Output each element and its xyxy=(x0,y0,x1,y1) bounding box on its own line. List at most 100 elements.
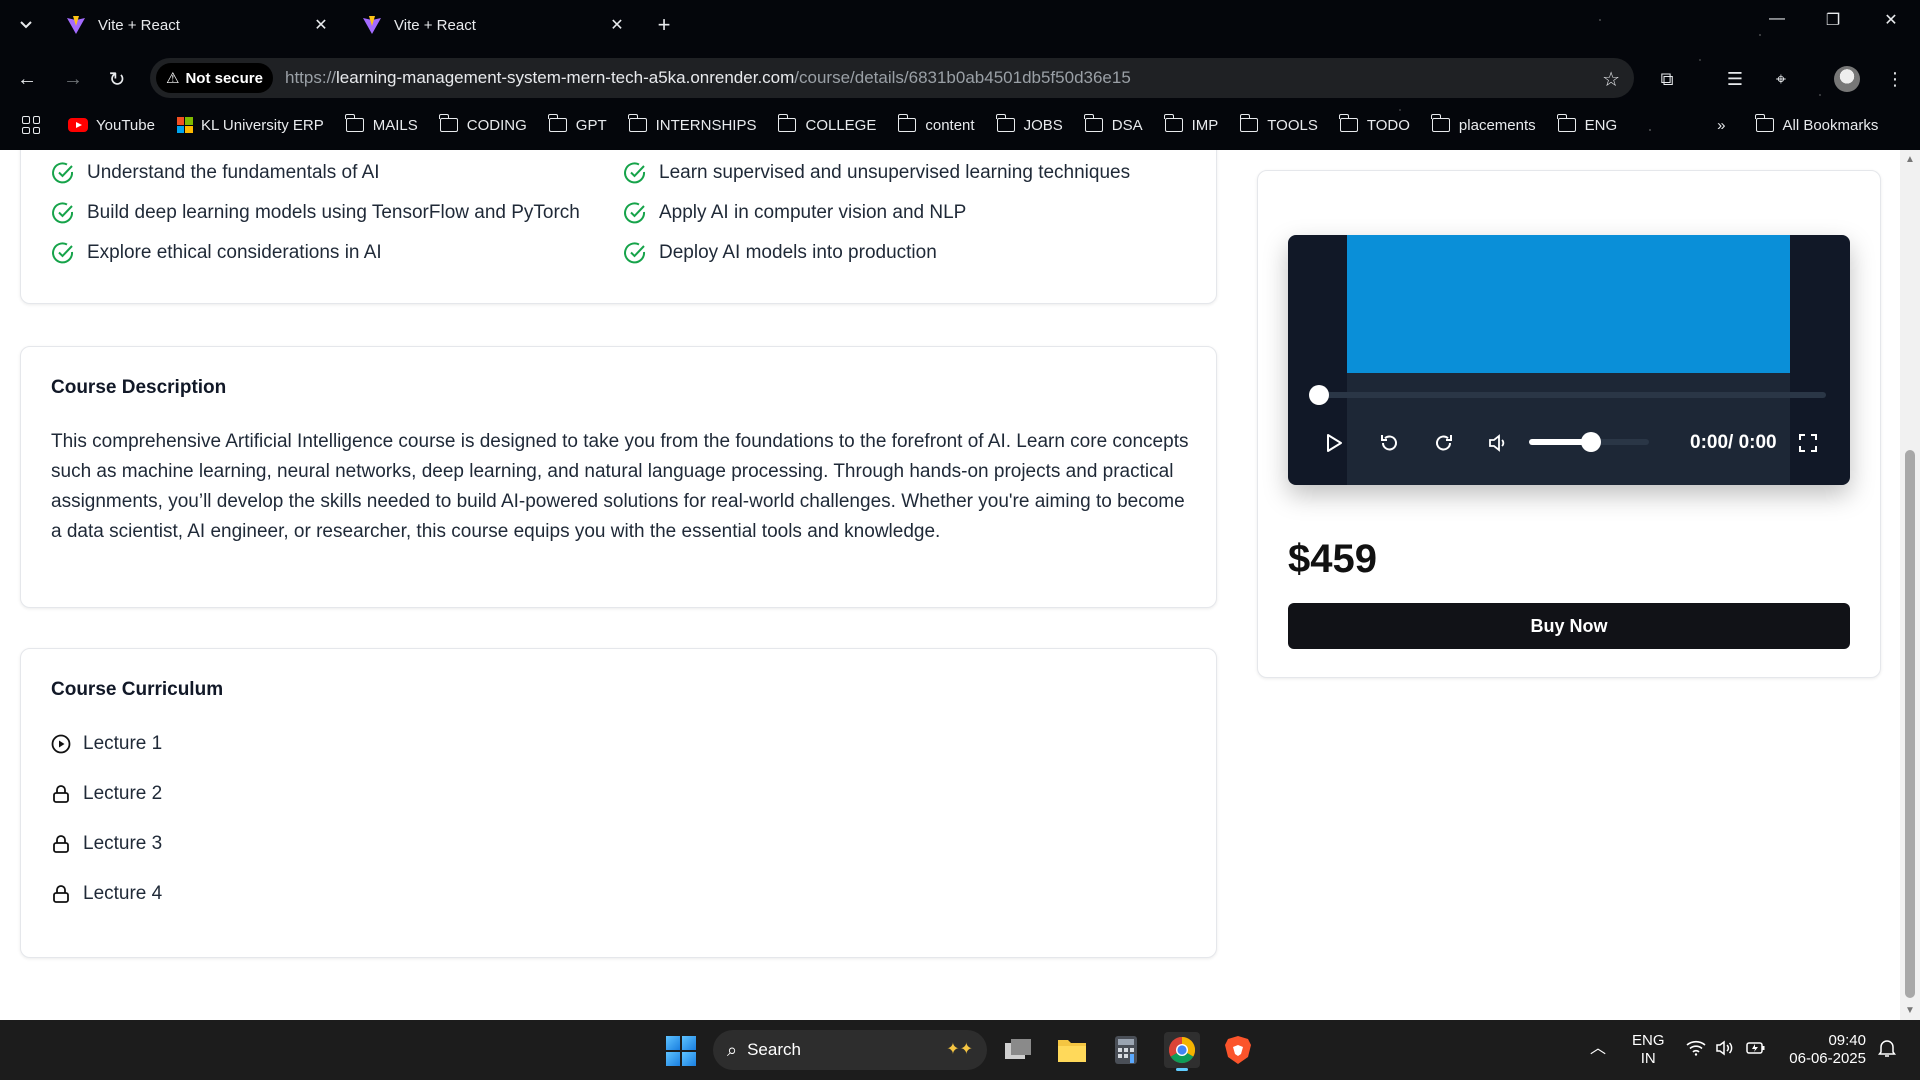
search-icon: ⌕ xyxy=(727,1039,738,1060)
bookmark-folder-todo[interactable]: TODO xyxy=(1339,114,1410,134)
course-description-card: Course Description This comprehensive Ar… xyxy=(20,346,1217,608)
bookmark-youtube[interactable]: YouTube xyxy=(68,117,155,134)
bookmark-label: KL University ERP xyxy=(200,116,324,134)
learning-outcomes-card: Understand the fundamentals of AI Learn … xyxy=(20,150,1217,304)
battery-charging-icon[interactable] xyxy=(1746,1040,1766,1061)
profile-avatar[interactable] xyxy=(1834,66,1860,92)
restore-icon[interactable]: ❐ xyxy=(1818,10,1848,30)
folder-icon xyxy=(628,114,647,132)
learning-outcome: Build deep learning models using TensorF… xyxy=(51,201,623,225)
bookmark-folder-mails[interactable]: MAILS xyxy=(345,114,418,134)
rewind-icon[interactable] xyxy=(1377,431,1401,455)
new-tab-button[interactable]: + xyxy=(652,12,676,38)
bookmarks-overflow-icon[interactable]: » xyxy=(1717,117,1725,134)
buy-now-button[interactable]: Buy Now xyxy=(1288,603,1850,649)
minimize-icon[interactable]: — xyxy=(1762,10,1792,28)
scroll-down-arrow-icon[interactable]: ▼ xyxy=(1905,1005,1915,1016)
tab-2[interactable]: Vite + React ✕ xyxy=(350,8,640,42)
brave-browser-icon[interactable] xyxy=(1220,1032,1256,1068)
more-menu-icon[interactable]: ⋮ xyxy=(1882,66,1908,92)
task-view-icon[interactable] xyxy=(1000,1032,1036,1068)
video-player[interactable]: 0:00/ 0:00 xyxy=(1288,235,1850,485)
scrollbar-thumb[interactable] xyxy=(1905,450,1915,998)
video-screen[interactable] xyxy=(1347,235,1790,373)
taskbar-search-label: Search xyxy=(747,1040,801,1059)
screenshot-icon[interactable]: ⌖ xyxy=(1768,66,1794,92)
back-arrow-icon[interactable]: ← xyxy=(14,66,40,92)
lecture-item-2[interactable]: Lecture 2 xyxy=(51,783,162,805)
active-app-indicator xyxy=(1176,1068,1188,1071)
notification-bell-icon[interactable] xyxy=(1878,1038,1896,1063)
tab-close-icon[interactable]: ✕ xyxy=(606,15,628,35)
bookmark-folder-gpt[interactable]: GPT xyxy=(548,114,607,134)
volume-icon[interactable] xyxy=(1487,431,1511,455)
avatar-icon xyxy=(1834,66,1860,92)
bookmark-folder-imp[interactable]: IMP xyxy=(1164,114,1218,134)
chrome-taskbar-icon[interactable] xyxy=(1164,1032,1200,1071)
bookmark-folder-dsa[interactable]: DSA xyxy=(1084,114,1143,134)
bookmark-folder-tools[interactable]: TOOLS xyxy=(1239,114,1318,134)
check-circle-icon xyxy=(52,242,74,264)
course-description-title: Course Description xyxy=(51,377,227,398)
wifi-icon[interactable] xyxy=(1686,1040,1706,1061)
reload-icon[interactable]: ↻ xyxy=(104,66,130,92)
bookmark-folder-content[interactable]: content xyxy=(897,114,975,134)
taskbar-search[interactable]: ⌕ Search ✦✦ xyxy=(713,1030,987,1070)
address-bar[interactable]: ⚠ Not secure https://learning-management… xyxy=(150,58,1634,98)
bookmark-label: COLLEGE xyxy=(805,116,877,134)
fullscreen-icon[interactable] xyxy=(1796,431,1820,455)
tab-1[interactable]: Vite + React ✕ xyxy=(54,8,344,42)
apps-grid-icon[interactable] xyxy=(22,116,40,134)
bookmark-folder-eng[interactable]: ENG xyxy=(1557,114,1618,134)
bookmark-folder-college[interactable]: COLLEGE xyxy=(777,114,877,134)
playback-time: 0:00/ 0:00 xyxy=(1690,432,1777,453)
bookmark-label: ENG xyxy=(1584,116,1618,134)
bookmark-label: MAILS xyxy=(372,116,418,134)
learning-outcome-text: Explore ethical considerations in AI xyxy=(87,242,382,263)
bookmark-kl-erp[interactable]: KL University ERP xyxy=(176,116,324,134)
lecture-item-1[interactable]: Lecture 1 xyxy=(51,733,162,755)
fast-forward-icon[interactable] xyxy=(1432,431,1456,455)
security-chip[interactable]: ⚠ Not secure xyxy=(156,63,273,93)
page-scrollbar[interactable]: ▲ ▼ xyxy=(1900,150,1920,1020)
volume-handle[interactable] xyxy=(1581,432,1601,452)
reading-list-icon[interactable]: ☰ xyxy=(1722,66,1748,92)
tab-title: Vite + React xyxy=(98,16,180,34)
all-bookmarks-folder[interactable]: All Bookmarks xyxy=(1754,114,1878,134)
check-circle-icon xyxy=(52,162,74,184)
tab-search-chevron-icon[interactable] xyxy=(14,12,38,36)
bookmark-folder-jobs[interactable]: JOBS xyxy=(995,114,1063,134)
speaker-icon[interactable] xyxy=(1716,1040,1736,1061)
course-curriculum-card: Course Curriculum Lecture 1 Lecture 2 Le… xyxy=(20,648,1217,958)
bookmark-star-icon[interactable]: ☆ xyxy=(1602,67,1620,92)
system-clock[interactable]: 09:40 06-06-2025 xyxy=(1786,1032,1866,1068)
bookmark-folder-coding[interactable]: CODING xyxy=(439,114,527,134)
seek-handle[interactable] xyxy=(1309,385,1329,405)
language-code: ENG xyxy=(1632,1032,1665,1049)
play-icon[interactable] xyxy=(1322,431,1346,455)
input-language[interactable]: ENG IN xyxy=(1632,1032,1665,1068)
url-text: https://learning-management-system-mern-… xyxy=(285,68,1131,88)
bookmark-folder-internships[interactable]: INTERNSHIPS xyxy=(628,114,756,134)
vite-logo-icon xyxy=(363,16,381,34)
extensions-icon[interactable]: ⧉ xyxy=(1654,66,1680,92)
bookmark-folder-placements[interactable]: placements xyxy=(1431,114,1536,134)
windows-start-icon[interactable] xyxy=(666,1036,696,1066)
lock-icon xyxy=(53,835,69,853)
close-window-icon[interactable]: ✕ xyxy=(1876,10,1906,30)
file-explorer-icon[interactable] xyxy=(1054,1032,1090,1068)
bookmark-label: placements xyxy=(1458,116,1536,134)
learning-outcome-text: Apply AI in computer vision and NLP xyxy=(659,202,967,223)
forward-arrow-icon[interactable]: → xyxy=(60,66,86,92)
copilot-sparkle-icon: ✦✦ xyxy=(946,1041,973,1058)
lecture-item-3[interactable]: Lecture 3 xyxy=(51,833,162,855)
lecture-title: Lecture 4 xyxy=(83,883,163,904)
show-hidden-icons-chevron-icon[interactable]: ︿ xyxy=(1590,1040,1606,1058)
calculator-icon[interactable] xyxy=(1108,1032,1144,1068)
seek-bar[interactable] xyxy=(1312,392,1826,398)
tab-close-icon[interactable]: ✕ xyxy=(310,15,332,35)
scroll-up-arrow-icon[interactable]: ▲ xyxy=(1905,154,1915,165)
course-description-text: This comprehensive Artificial Intelligen… xyxy=(51,431,1189,542)
lecture-item-4[interactable]: Lecture 4 xyxy=(51,883,162,905)
lecture-title: Lecture 1 xyxy=(83,733,163,754)
